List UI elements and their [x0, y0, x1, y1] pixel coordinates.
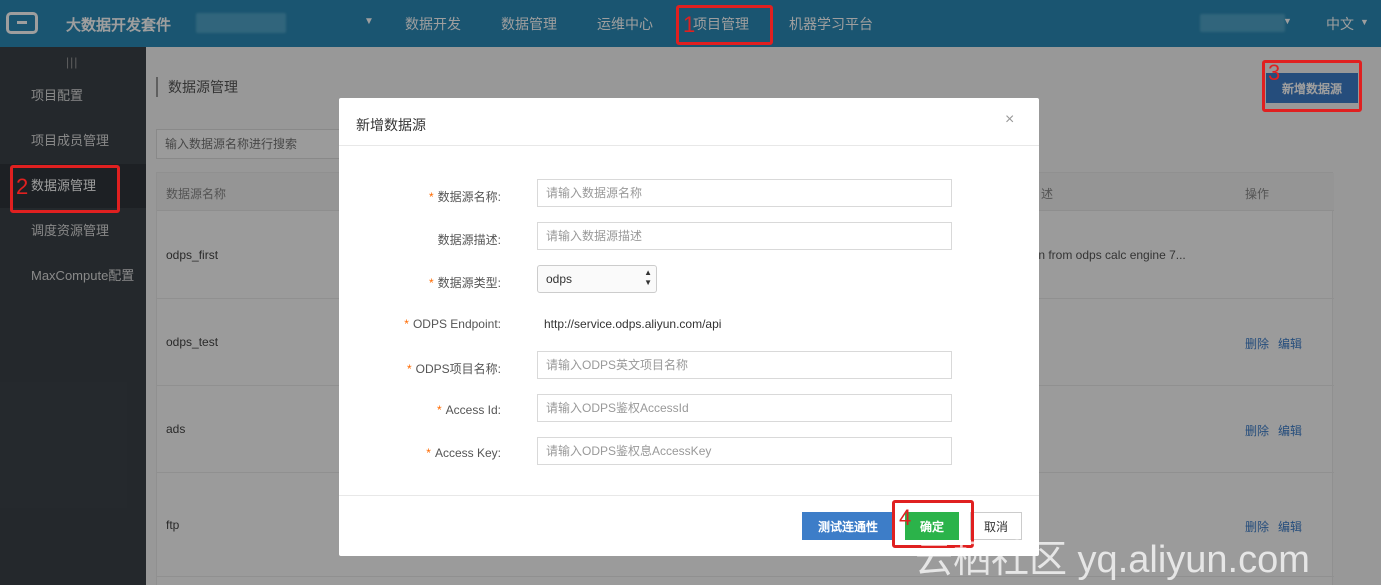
datasource-desc-input[interactable]: [537, 222, 952, 250]
datasource-type-select[interactable]: odps ▲ ▼: [537, 265, 657, 293]
dialog-header: 新增数据源 ×: [339, 98, 1039, 146]
type-label: * 数据源类型:: [428, 276, 501, 290]
annotation-number-4: 4: [899, 505, 912, 530]
annotation-number-1: 1: [683, 12, 696, 37]
desc-label: 数据源描述:: [437, 233, 501, 247]
odps-project-input[interactable]: [537, 351, 952, 379]
access-key-label: * Access Key:: [426, 446, 501, 460]
watermark: 云栖社区 yq.aliyun.com: [915, 539, 1310, 581]
access-id-label: * Access Id:: [436, 403, 501, 417]
type-selected-value: odps: [546, 272, 573, 286]
annotation-number-2: 2: [16, 174, 29, 199]
new-datasource-dialog: 新增数据源 × *数据源名称: 数据源描述: *数据源类型: odps ▲▼ *…: [339, 98, 1039, 556]
access-key-input[interactable]: [537, 437, 952, 465]
close-icon[interactable]: ×: [1005, 111, 1014, 129]
access-id-input[interactable]: [537, 394, 952, 422]
endpoint-label: * ODPS Endpoint:: [404, 317, 501, 331]
name-label: * 数据源名称:: [428, 190, 501, 204]
datasource-name-input[interactable]: [537, 179, 952, 207]
annotation-number-3: 3: [1268, 60, 1281, 85]
select-arrows-icon: ▲ ▼: [644, 268, 652, 287]
project-label: * ODPS项目名称:: [406, 362, 501, 376]
test-connection-button[interactable]: 测试连通性: [802, 512, 894, 540]
endpoint-value: http://service.odps.aliyun.com/api: [544, 317, 722, 331]
dialog-title: 新增数据源: [356, 117, 426, 133]
